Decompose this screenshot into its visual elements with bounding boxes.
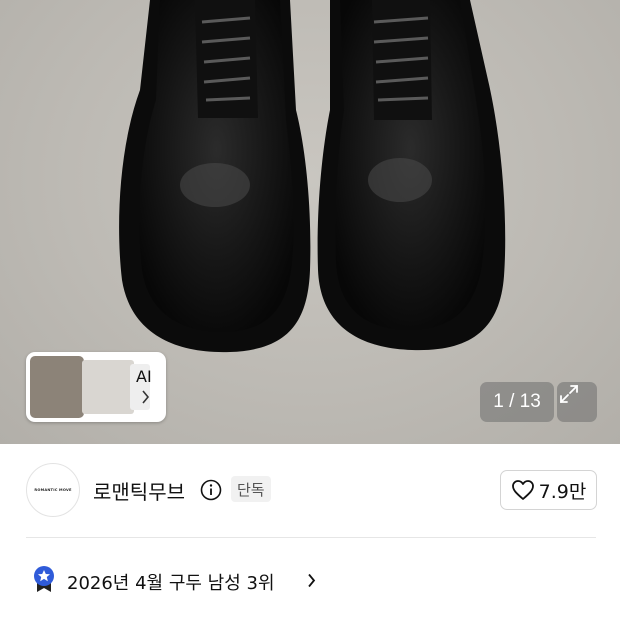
like-count: 7.9만 (538, 480, 587, 503)
image-counter: 1 / 13 (480, 382, 554, 422)
ai-label: AI (136, 367, 152, 386)
section-divider (26, 537, 596, 538)
brand-logo-text: ROMANTIC MOVE (34, 488, 72, 492)
expand-button[interactable] (557, 382, 597, 422)
chevron-right-icon (307, 573, 316, 592)
brand-name[interactable]: 로맨틱무브 (93, 476, 185, 505)
exclusive-badge: 단독 (231, 476, 271, 502)
thumbnail-image-2 (82, 360, 134, 414)
ranking-text: 2026년 4월 구두 남성 3위 (67, 573, 275, 594)
brand-row: ROMANTIC MOVE 로맨틱무브 단독 7.9만 (0, 444, 620, 538)
expand-arrows-icon (560, 385, 578, 403)
product-image-gallery[interactable]: AI 1 / 13 (0, 0, 620, 444)
ranking-row[interactable]: 2026년 4월 구두 남성 3위 (26, 560, 596, 600)
thumbnail-image-1 (30, 356, 84, 418)
star-ribbon-icon (32, 565, 56, 597)
like-button[interactable]: 7.9만 (500, 470, 597, 510)
info-circle-icon[interactable] (200, 479, 222, 505)
brand-logo-avatar[interactable]: ROMANTIC MOVE (26, 463, 80, 517)
heart-outline-icon (511, 480, 534, 500)
ai-recommendation-thumbnail[interactable]: AI (26, 352, 166, 422)
